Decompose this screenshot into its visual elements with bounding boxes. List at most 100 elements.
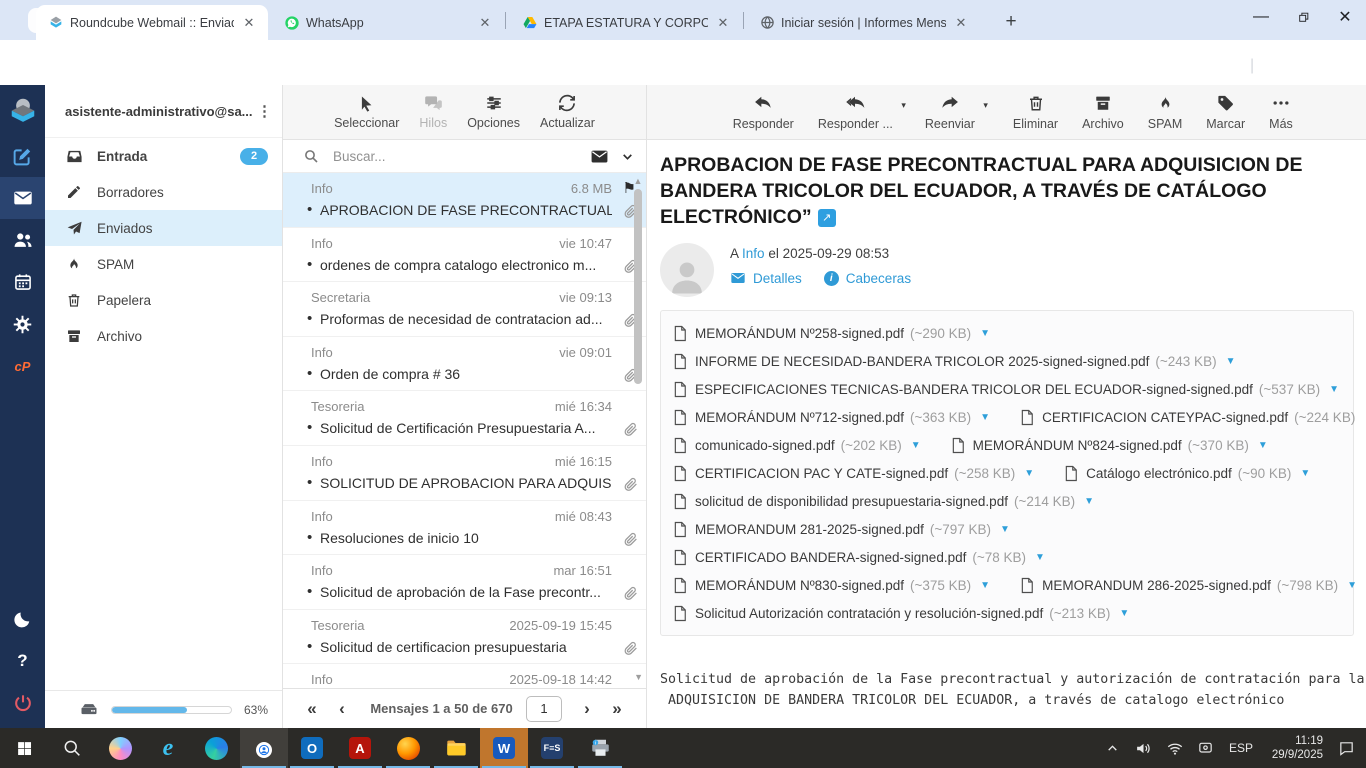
attachment-item[interactable]: solicitud de disponibilidad presupuestar… <box>673 493 1094 510</box>
close-tab-icon[interactable]: ✕ <box>714 14 732 32</box>
message-row[interactable]: Info mié 16:15 ⚑ • SOLICITUD DE APROBACI… <box>283 446 646 501</box>
details-link[interactable]: Detalles <box>730 270 802 286</box>
scroll-up-icon[interactable]: ▲ <box>634 177 643 186</box>
reply-all-button[interactable]: Responder ... ▾ <box>818 93 906 131</box>
rail-mail-button[interactable] <box>0 177 45 219</box>
volume-icon[interactable] <box>1128 740 1159 757</box>
new-tab-button[interactable]: + <box>998 9 1024 35</box>
close-tab-icon[interactable]: ✕ <box>240 14 258 32</box>
attachment-item[interactable]: MEMORÁNDUM Nº712-signed.pdf (~363 KB) ▼ <box>673 409 990 426</box>
attachment-item[interactable]: CERTIFICADO BANDERA-signed-signed.pdf (~… <box>673 549 1045 566</box>
sidebar-item-enviados[interactable]: Enviados <box>45 210 282 246</box>
close-window-button[interactable]: ✕ <box>1324 0 1366 34</box>
tab-whatsapp[interactable]: WhatsApp ✕ <box>272 5 504 40</box>
last-page-button[interactable]: » <box>602 699 632 719</box>
attachment-item[interactable]: MEMORÁNDUM Nº824-signed.pdf (~370 KB) ▼ <box>951 437 1268 454</box>
start-button[interactable] <box>0 728 48 768</box>
attachment-dropdown-icon[interactable]: ▼ <box>1035 552 1045 563</box>
wifi-icon[interactable] <box>1159 740 1190 757</box>
copilot-button[interactable] <box>96 728 144 768</box>
search-options-chevron-icon[interactable] <box>621 150 634 163</box>
first-page-button[interactable]: « <box>297 699 327 719</box>
message-row[interactable]: Info 2025-09-18 14:42 ⚑ • <box>283 664 646 688</box>
more-button[interactable]: Más <box>1269 93 1293 131</box>
rail-logout-button[interactable] <box>0 682 45 724</box>
attachment-dropdown-icon[interactable]: ▼ <box>1258 440 1268 451</box>
attachment-dropdown-icon[interactable]: ▼ <box>1226 356 1236 367</box>
printer-app-button[interactable]: i <box>576 728 624 768</box>
firefox-button[interactable] <box>384 728 432 768</box>
close-tab-icon[interactable]: ✕ <box>952 14 970 32</box>
attachment-dropdown-icon[interactable]: ▼ <box>980 328 990 339</box>
attachment-item[interactable]: CERTIFICACION CATEYPAC-signed.pdf (~224 … <box>1020 409 1366 426</box>
word-button[interactable]: W <box>480 728 528 768</box>
attachment-dropdown-icon[interactable]: ▼ <box>1347 580 1357 591</box>
tab-informes[interactable]: Iniciar sesión | Informes Mensua ✕ <box>748 5 980 40</box>
rail-cpanel-button[interactable]: cP <box>0 345 45 387</box>
options-button[interactable]: Opciones <box>467 94 520 130</box>
reply-button[interactable]: Responder <box>733 93 794 131</box>
spam-button[interactable]: SPAM <box>1148 93 1182 131</box>
scrollbar-thumb[interactable] <box>634 189 642 384</box>
rail-calendar-button[interactable] <box>0 261 45 303</box>
chrome-button[interactable] <box>240 728 288 768</box>
attachment-item[interactable]: MEMORÁNDUM Nº258-signed.pdf (~290 KB) ▼ <box>673 325 990 342</box>
headers-link[interactable]: i Cabeceras <box>823 270 911 286</box>
external-link-icon[interactable]: ↗ <box>817 208 836 227</box>
account-header[interactable]: asistente-administrativo@sa... ⋮ <box>45 85 282 138</box>
attachment-dropdown-icon[interactable]: ▼ <box>980 412 990 423</box>
refresh-button[interactable]: Actualizar <box>540 94 595 130</box>
sidebar-item-spam[interactable]: SPAM <box>45 246 282 282</box>
sidebar-item-papelera[interactable]: Papelera <box>45 282 282 318</box>
attachment-item[interactable]: INFORME DE NECESIDAD-BANDERA TRICOLOR 20… <box>673 353 1235 370</box>
attachment-item[interactable]: Solicitud Autorización contratación y re… <box>673 605 1129 622</box>
next-page-button[interactable]: › <box>572 699 602 719</box>
attachment-dropdown-icon[interactable]: ▼ <box>1300 468 1310 479</box>
select-button[interactable]: Seleccionar <box>334 94 399 130</box>
restore-button[interactable] <box>1282 0 1324 34</box>
sidebar-item-borradores[interactable]: Borradores <box>45 174 282 210</box>
tab-roundcube[interactable]: Roundcube Webmail :: Enviados ✕ <box>36 5 268 40</box>
delete-button[interactable]: Eliminar <box>1013 93 1058 131</box>
message-row[interactable]: Secretaria vie 09:13 ⚑ • Proformas de ne… <box>283 282 646 337</box>
mark-button[interactable]: Marcar <box>1206 93 1245 131</box>
attachment-dropdown-icon[interactable]: ▼ <box>980 580 990 591</box>
fs-app-button[interactable]: F≡S <box>528 728 576 768</box>
edge-button[interactable] <box>192 728 240 768</box>
search-scope-mail-icon[interactable] <box>590 147 609 166</box>
sidebar-item-archivo[interactable]: Archivo <box>45 318 282 354</box>
attachment-dropdown-icon[interactable]: ▼ <box>1119 608 1129 619</box>
attachment-dropdown-icon[interactable]: ▼ <box>911 440 921 451</box>
meet-now-icon[interactable] <box>1190 740 1221 756</box>
rail-darkmode-button[interactable] <box>0 598 45 640</box>
attachment-item[interactable]: MEMORÁNDUM Nº830-signed.pdf (~375 KB) ▼ <box>673 577 990 594</box>
acrobat-button[interactable]: A <box>336 728 384 768</box>
attachment-item[interactable]: MEMORANDUM 281-2025-signed.pdf (~797 KB)… <box>673 521 1010 538</box>
message-row[interactable]: Info vie 09:01 ⚑ • Orden de compra # 36 <box>283 337 646 392</box>
internet-explorer-button[interactable]: e <box>144 728 192 768</box>
outlook-button[interactable]: O <box>288 728 336 768</box>
rail-compose-button[interactable] <box>0 135 45 177</box>
search-input[interactable] <box>331 147 590 165</box>
account-menu-icon[interactable]: ⋮ <box>257 102 272 120</box>
threads-button[interactable]: Hilos <box>419 94 447 130</box>
taskbar-search-button[interactable] <box>48 728 96 768</box>
rail-contacts-button[interactable] <box>0 219 45 261</box>
prev-page-button[interactable]: ‹ <box>327 699 357 719</box>
attachment-dropdown-icon[interactable]: ▼ <box>1024 468 1034 479</box>
tab-drive[interactable]: ETAPA ESTATURA Y CORPORAL ✕ <box>510 5 742 40</box>
tray-chevron-icon[interactable] <box>1097 742 1128 755</box>
message-row[interactable]: Info mar 16:51 ⚑ • Solicitud de aprobaci… <box>283 555 646 610</box>
archive-button[interactable]: Archivo <box>1082 93 1124 131</box>
attachment-dropdown-icon[interactable]: ▼ <box>1329 384 1339 395</box>
forward-button[interactable]: Reenviar ▾ <box>925 93 988 131</box>
notification-center-icon[interactable] <box>1331 740 1362 757</box>
attachment-item[interactable]: ESPECIFICACIONES TECNICAS-BANDERA TRICOL… <box>673 381 1339 398</box>
rail-help-button[interactable]: ? <box>0 640 45 682</box>
file-explorer-button[interactable] <box>432 728 480 768</box>
scroll-down-icon[interactable]: ▼ <box>634 672 643 682</box>
forward-dropdown-icon[interactable]: ▾ <box>983 100 988 111</box>
close-tab-icon[interactable]: ✕ <box>476 14 494 32</box>
sidebar-item-entrada[interactable]: Entrada 2 <box>45 138 282 174</box>
reply-all-dropdown-icon[interactable]: ▾ <box>901 100 906 111</box>
